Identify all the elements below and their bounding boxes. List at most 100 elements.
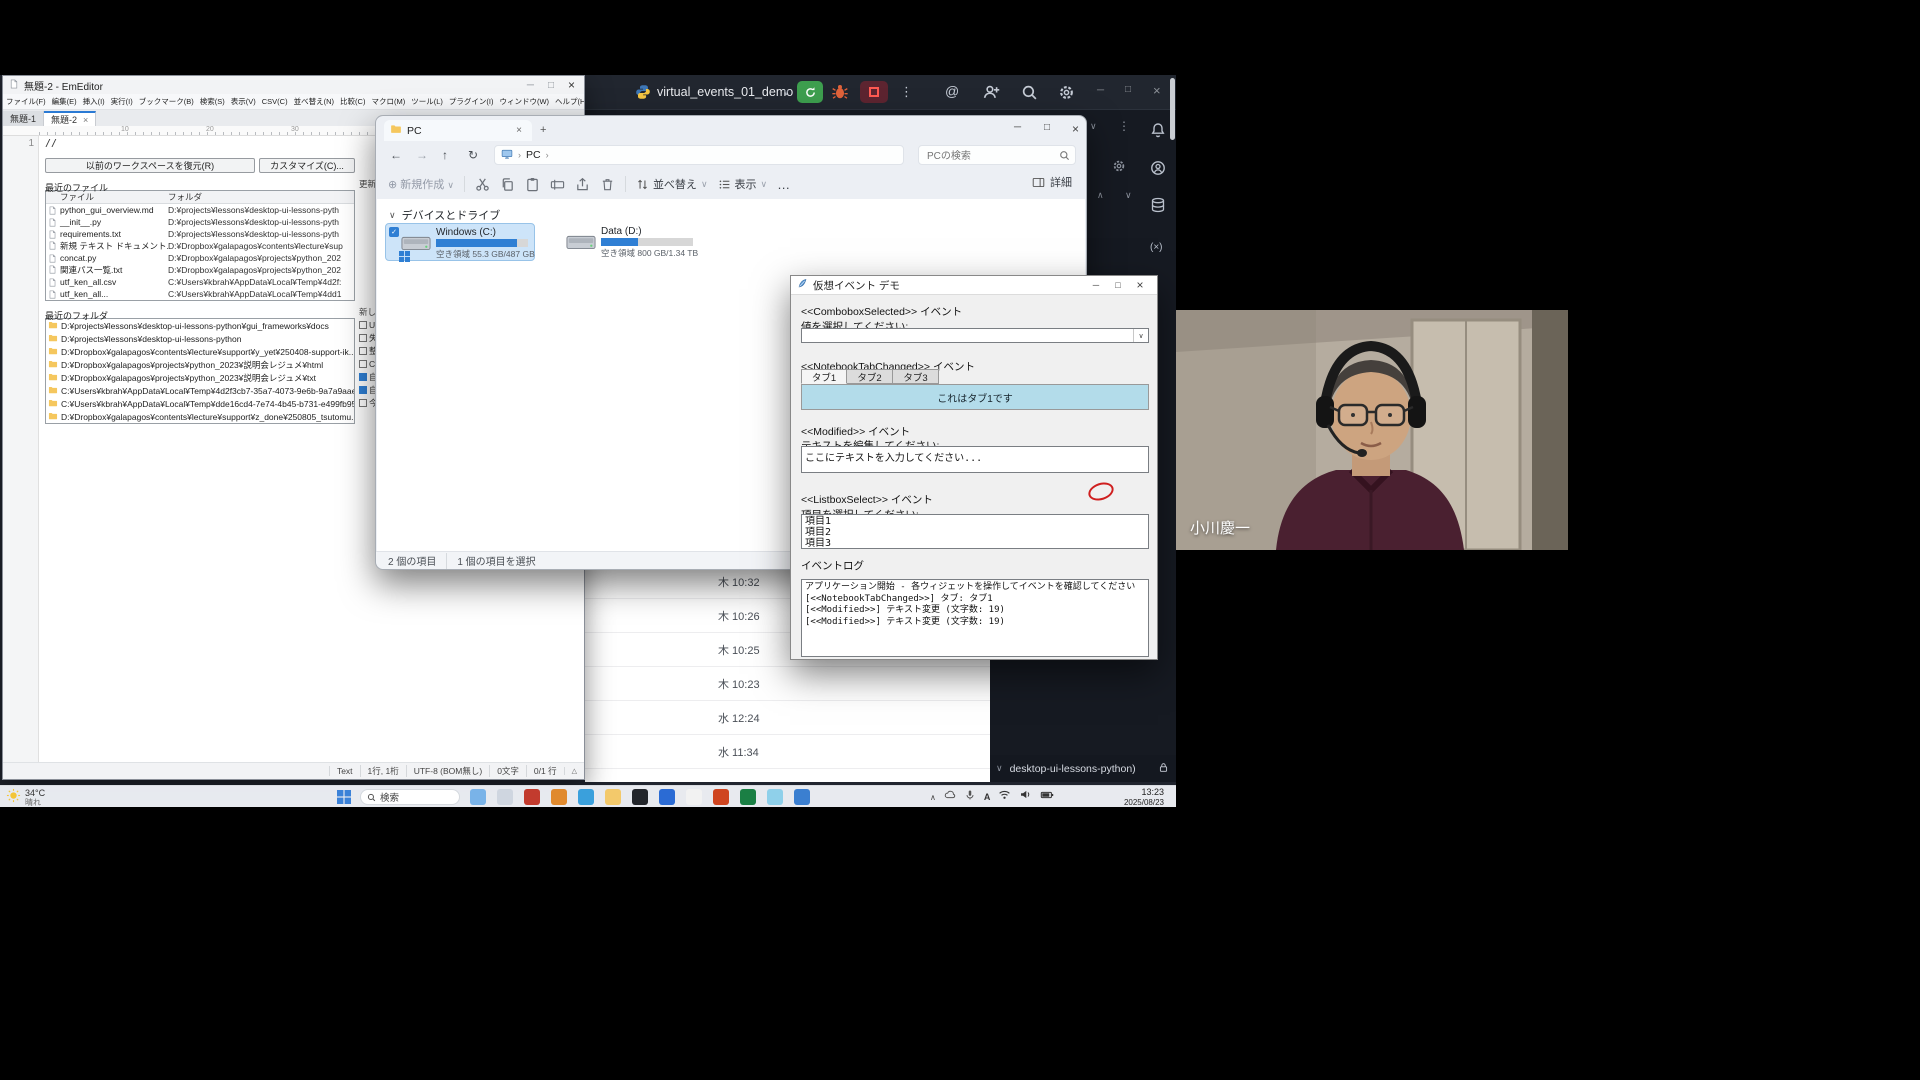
status-encoding[interactable]: UTF-8 (BOM無し) bbox=[406, 765, 489, 777]
taskbar-search[interactable]: 検索 bbox=[360, 789, 460, 805]
more-options-icon[interactable]: ⋮ bbox=[900, 84, 913, 100]
status-cursor-position[interactable]: 1行, 1桁 bbox=[360, 765, 406, 777]
more-commands-icon[interactable]: … bbox=[777, 177, 790, 192]
checkbox[interactable] bbox=[359, 386, 367, 394]
taskbar-app-icon[interactable] bbox=[524, 789, 540, 805]
run-button[interactable] bbox=[797, 81, 823, 103]
recent-file-row[interactable]: utf_ken_all.csv C:¥Users¥kbrah¥AppData¥L… bbox=[46, 276, 354, 288]
rename-icon[interactable] bbox=[550, 177, 565, 192]
maximize-button[interactable]: □ bbox=[1125, 84, 1131, 95]
menu-item[interactable]: プラグイン(I) bbox=[446, 96, 497, 107]
details-pane-button[interactable]: 詳細 bbox=[1032, 174, 1072, 190]
new-item-button[interactable]: ⊕ 新規作成 ∨ bbox=[388, 176, 454, 192]
chevron-down-icon[interactable]: ∨ bbox=[783, 87, 790, 98]
taskbar-app-icon[interactable] bbox=[470, 789, 486, 805]
recent-file-row[interactable]: utf_ken_all... C:¥Users¥kbrah¥AppData¥Lo… bbox=[46, 288, 354, 300]
collapse-down-icon[interactable]: ∨ bbox=[1125, 190, 1132, 201]
back-icon[interactable]: ← bbox=[390, 148, 402, 162]
tab-untitled-2[interactable]: 無題-2 × bbox=[44, 111, 96, 126]
maximize-button[interactable]: □ bbox=[548, 80, 554, 91]
new-tab-button[interactable]: + bbox=[540, 124, 546, 136]
close-button[interactable]: × bbox=[1072, 122, 1079, 136]
chat-list-item[interactable]: 水 12:24 bbox=[585, 701, 990, 735]
restore-workspace-button[interactable]: 以前のワークスペースを復元(R) bbox=[45, 158, 255, 173]
menu-item[interactable]: 挿入(I) bbox=[80, 96, 108, 107]
minimize-button[interactable]: ─ bbox=[527, 80, 534, 91]
delete-icon[interactable] bbox=[600, 177, 615, 192]
debug-bug-icon[interactable] bbox=[831, 83, 849, 106]
taskbar-weather-widget[interactable]: 34°C 晴れ bbox=[6, 788, 45, 807]
panel-more-icon[interactable]: ⋮ bbox=[1118, 119, 1130, 133]
selected-checkbox[interactable]: ✓ bbox=[389, 227, 399, 237]
speaker-icon[interactable] bbox=[1019, 788, 1032, 806]
menu-item[interactable]: ファイル(F) bbox=[3, 96, 49, 107]
minimize-button[interactable]: ─ bbox=[1014, 122, 1021, 133]
menu-item[interactable]: 実行(I) bbox=[108, 96, 136, 107]
menu-item[interactable]: CSV(C) bbox=[259, 97, 291, 106]
wifi-icon[interactable] bbox=[998, 788, 1011, 806]
checkbox[interactable] bbox=[359, 347, 367, 355]
refresh-icon[interactable]: ↻ bbox=[468, 148, 478, 162]
checkbox[interactable] bbox=[359, 360, 367, 368]
menu-item[interactable]: 比較(C) bbox=[337, 96, 368, 107]
status-char-count[interactable]: 0文字 bbox=[489, 765, 526, 777]
search-icon[interactable] bbox=[1021, 84, 1038, 106]
room-chevron-icon[interactable]: ∨ bbox=[996, 763, 1003, 774]
chat-list-item[interactable]: 木 10:23 bbox=[585, 667, 990, 701]
taskbar-app-icon[interactable] bbox=[767, 789, 783, 805]
battery-icon[interactable] bbox=[1040, 788, 1054, 807]
taskbar-app-icon[interactable] bbox=[605, 789, 621, 805]
x-circle-icon[interactable]: (×) bbox=[1150, 242, 1163, 253]
ime-mode-indicator[interactable]: A bbox=[984, 792, 991, 802]
explorer-tab[interactable]: PC × bbox=[384, 120, 532, 141]
tray-chevron-up-icon[interactable]: ∧ bbox=[930, 793, 936, 802]
customize-button[interactable]: カスタマイズ(C)... bbox=[259, 158, 355, 173]
breadcrumb[interactable]: › PC › bbox=[494, 145, 904, 165]
share-icon[interactable] bbox=[575, 177, 590, 192]
taskbar-app-icon[interactable] bbox=[578, 789, 594, 805]
column-folder[interactable]: フォルダ bbox=[168, 191, 202, 203]
minimize-button[interactable]: ─ bbox=[1085, 280, 1107, 290]
tab-1[interactable]: タブ1 bbox=[801, 369, 847, 384]
menu-item[interactable]: 並べ替え(N) bbox=[291, 96, 337, 107]
recent-file-row[interactable]: 新規 テキスト ドキュメント.txt D:¥Dropbox¥galapagos¥… bbox=[46, 240, 354, 252]
maximize-button[interactable]: □ bbox=[1107, 280, 1129, 290]
listbox-item[interactable]: 項目2 bbox=[805, 527, 1145, 538]
menu-item[interactable]: 検索(S) bbox=[197, 96, 228, 107]
recent-folder-row[interactable]: D:¥Dropbox¥galapagos¥projects¥python_202… bbox=[46, 358, 354, 371]
recent-folder-row[interactable]: C:¥Users¥kbrah¥AppData¥Local¥Temp¥dde16c… bbox=[46, 397, 354, 410]
minimize-button[interactable]: ─ bbox=[1097, 85, 1104, 96]
add-person-icon[interactable] bbox=[983, 84, 1000, 106]
menu-item[interactable]: ブックマーク(B) bbox=[136, 96, 197, 107]
recent-file-row[interactable]: 関連パス一覧.txt D:¥Dropbox¥galapagos¥projects… bbox=[46, 264, 354, 276]
mention-icon[interactable]: @ bbox=[945, 83, 959, 99]
status-line-count[interactable]: 0/1 行 bbox=[526, 765, 564, 777]
session-title[interactable]: virtual_events_01_demo bbox=[657, 85, 793, 99]
gear-icon[interactable] bbox=[1058, 84, 1075, 106]
taskbar-app-icon[interactable] bbox=[794, 789, 810, 805]
panel-gear-icon[interactable] bbox=[1112, 159, 1126, 175]
menu-item[interactable]: 表示(V) bbox=[228, 96, 259, 107]
checkbox[interactable] bbox=[359, 373, 367, 381]
drive-d-tile[interactable]: Data (D:) 空き領域 800 GB/1.34 TB bbox=[557, 223, 707, 261]
cut-icon[interactable] bbox=[475, 177, 490, 192]
recent-file-row[interactable]: requirements.txt D:¥projects¥lessons¥des… bbox=[46, 228, 354, 240]
bell-icon[interactable] bbox=[1150, 122, 1166, 143]
recent-folder-row[interactable]: C:¥Users¥kbrah¥AppData¥Local¥Temp¥4d2f3c… bbox=[46, 384, 354, 397]
taskbar-app-icon[interactable] bbox=[740, 789, 756, 805]
recent-file-row[interactable]: concat.py D:¥Dropbox¥galapagos¥projects¥… bbox=[46, 252, 354, 264]
mic-icon[interactable] bbox=[964, 788, 976, 806]
close-button[interactable]: × bbox=[568, 78, 575, 92]
up-icon[interactable]: ↑ bbox=[442, 148, 448, 162]
tab-2[interactable]: タブ2 bbox=[847, 369, 893, 384]
taskbar-app-icon[interactable] bbox=[632, 789, 648, 805]
listbox-item[interactable]: 項目3 bbox=[805, 538, 1145, 549]
tab-close-icon[interactable]: × bbox=[83, 115, 88, 125]
checkbox[interactable] bbox=[359, 334, 367, 342]
view-button[interactable]: 表示 ∨ bbox=[718, 176, 768, 192]
database-icon[interactable] bbox=[1150, 197, 1166, 218]
menu-item[interactable]: マクロ(M) bbox=[368, 96, 408, 107]
forward-icon[interactable]: → bbox=[416, 148, 428, 162]
collapse-up-icon[interactable]: ∧ bbox=[1097, 190, 1104, 201]
devices-group-header[interactable]: ∨ デバイスとドライブ bbox=[389, 207, 500, 223]
